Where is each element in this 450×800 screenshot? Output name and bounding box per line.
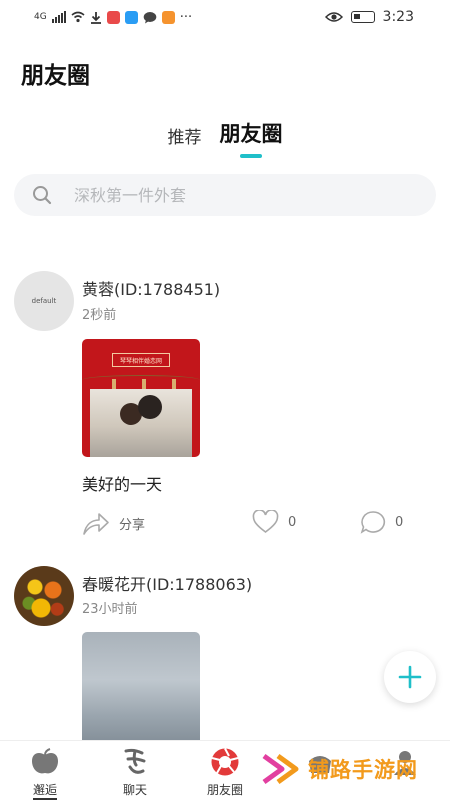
blue-app-icon — [124, 10, 138, 24]
tab-moments[interactable]: 朋友圈 — [220, 118, 283, 158]
nav-encounter[interactable]: 邂逅 — [15, 747, 75, 800]
like-button[interactable]: 0 — [252, 510, 296, 534]
tab-bar: 推荐 朋友圈 — [0, 118, 450, 158]
nav-label: 朋友圈 — [206, 783, 243, 797]
clock: 3:23 — [382, 9, 414, 25]
post-username[interactable]: 黄蓉(ID:1788451) — [82, 276, 220, 300]
comment-count: 0 — [395, 514, 404, 530]
orange-app-icon — [161, 10, 175, 24]
post-actions: 分享 0 0 — [82, 510, 422, 538]
nav-chat[interactable]: 聊天 — [105, 747, 165, 798]
apple-icon — [30, 747, 60, 777]
status-right: 3:23 — [324, 9, 414, 25]
post-image[interactable] — [82, 632, 200, 752]
image-pin — [172, 379, 176, 389]
nav-label: 聊天 — [122, 783, 147, 797]
page-title: 朋友圈 — [21, 63, 90, 89]
avatar[interactable]: default — [14, 271, 74, 331]
watermark: 铺路手游网 — [262, 752, 418, 786]
signal-icon — [51, 11, 66, 23]
plus-icon — [398, 665, 422, 689]
avatar[interactable] — [14, 566, 74, 626]
red-app-icon — [106, 10, 120, 24]
watermark-logo-icon — [262, 753, 299, 785]
post-caption: 美好的一天 — [82, 475, 163, 494]
share-label: 分享 — [119, 517, 146, 533]
nav-moments[interactable]: 朋友圈 — [195, 747, 255, 798]
image-banner: 琴琴相伴婚恋网 — [112, 353, 170, 367]
calligraphy-icon — [120, 747, 150, 777]
image-string — [82, 375, 200, 385]
post-username[interactable]: 春暖花开(ID:1788063) — [82, 571, 252, 595]
battery-icon — [350, 11, 375, 23]
status-left: 4G ··· — [34, 10, 192, 25]
nav-label: 邂逅 — [32, 781, 57, 800]
post-time: 23小时前 — [82, 602, 138, 617]
post-image[interactable]: 琴琴相伴婚恋网 — [82, 339, 200, 457]
wifi-icon — [71, 11, 85, 23]
share-icon — [83, 513, 109, 535]
chat-bubble-icon — [143, 11, 157, 23]
network-label: 4G — [34, 12, 47, 22]
tab-recommend[interactable]: 推荐 — [168, 123, 202, 158]
watermark-text: 铺路手游网 — [308, 758, 418, 782]
avatar-default-text: default — [31, 297, 57, 305]
search-bar[interactable] — [14, 174, 436, 216]
comment-button[interactable]: 0 — [360, 510, 403, 534]
share-button[interactable]: 分享 — [82, 510, 145, 536]
status-bar: 4G ··· 3:23 — [0, 0, 450, 34]
download-icon — [90, 11, 101, 24]
post-time: 2秒前 — [82, 308, 117, 323]
more-notifications: ··· — [179, 9, 193, 25]
eye-icon — [324, 12, 343, 22]
camera-aperture-icon — [210, 747, 240, 777]
couple-photo — [90, 389, 192, 457]
add-post-button[interactable] — [384, 651, 436, 703]
image-pin — [112, 379, 116, 389]
image-pin — [142, 379, 146, 389]
search-icon — [33, 186, 52, 205]
like-count: 0 — [288, 514, 297, 530]
heart-icon — [252, 510, 279, 533]
search-input[interactable] — [74, 185, 404, 205]
comment-icon — [360, 511, 386, 534]
